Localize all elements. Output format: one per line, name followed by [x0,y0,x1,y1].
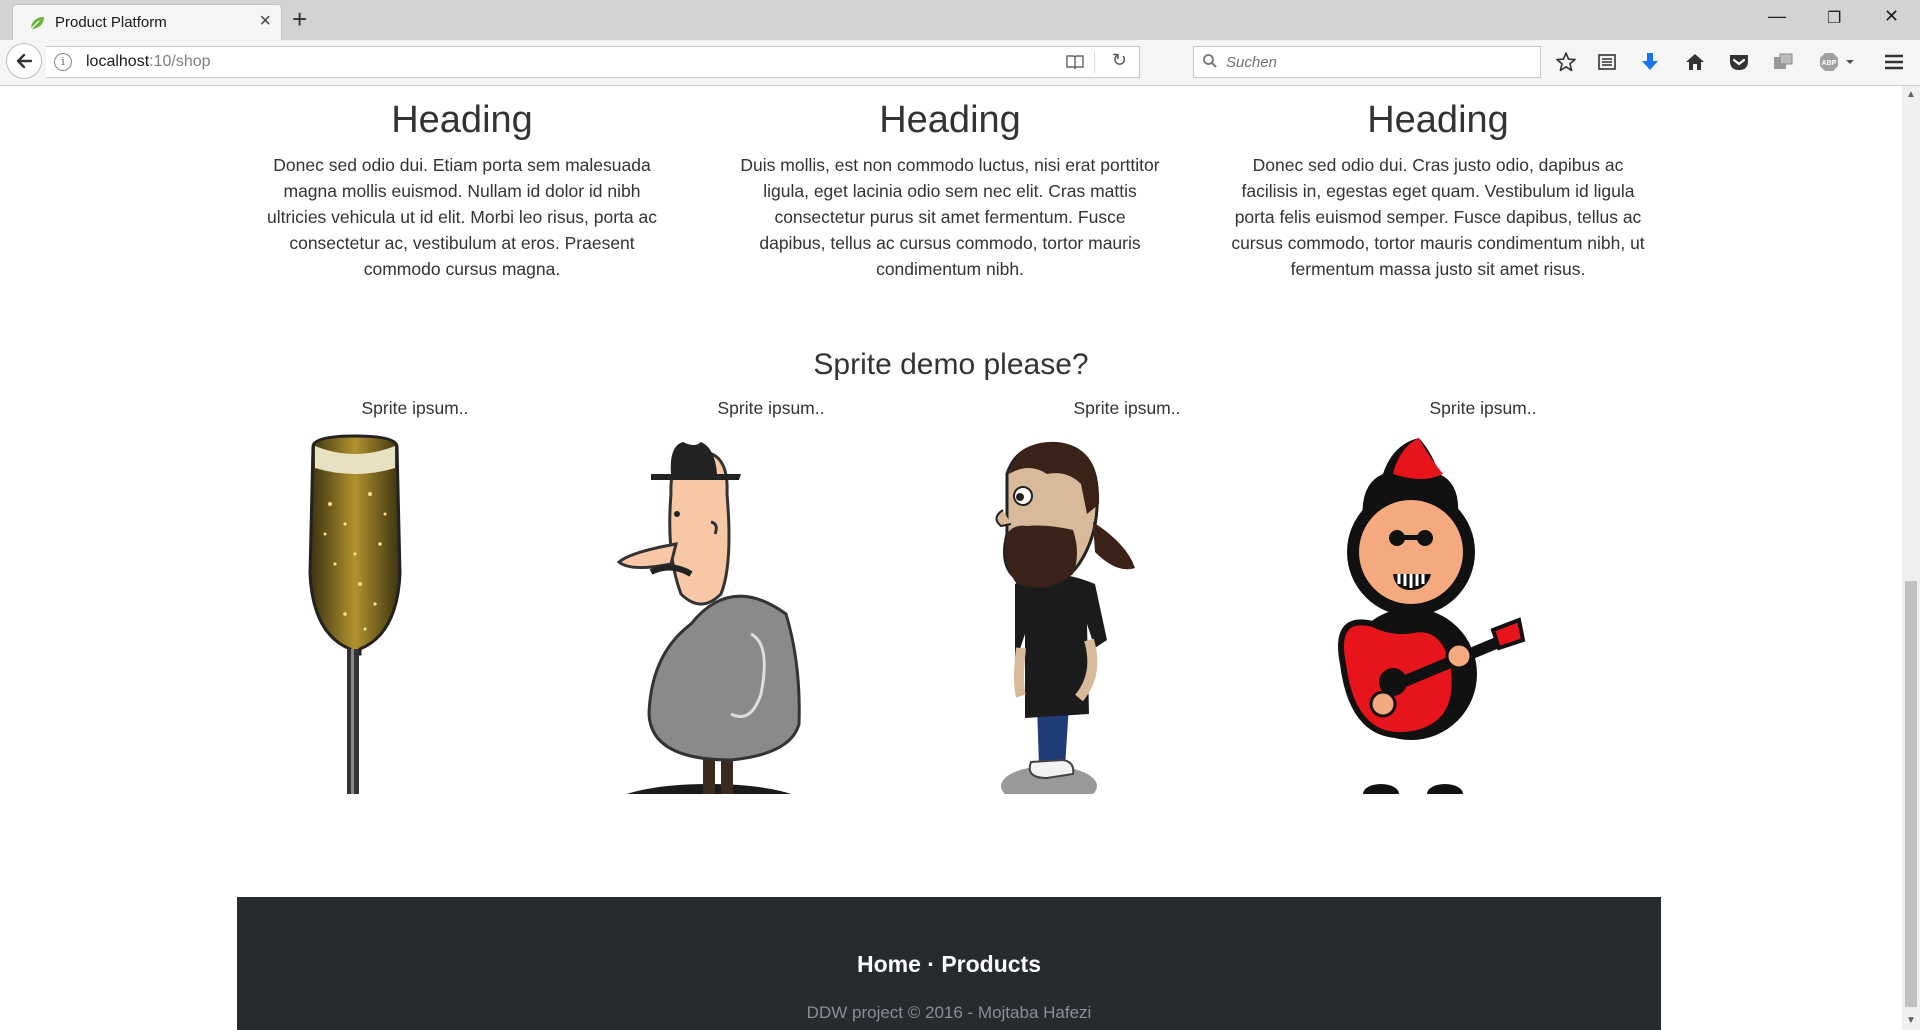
scroll-down-arrow-icon[interactable]: ▼ [1902,1012,1920,1030]
site-info-icon[interactable]: i [54,53,72,71]
restore-icon[interactable]: ❐ [1827,8,1841,28]
footer-separator: · [927,951,935,977]
bookmarks-list-icon[interactable] [1595,50,1619,74]
reload-icon[interactable]: ↻ [1112,50,1127,71]
sprite-caption: Sprite ipsum.. [1429,398,1537,418]
footer-links: Home · Products [237,951,1661,978]
footer-copyright: DDW project © 2016 - Mojtaba Hafezi [806,1003,1092,1022]
menu-hamburger-icon[interactable] [1882,50,1906,74]
svg-text:ABP: ABP [1822,60,1837,67]
tab-strip: Product Platform × + — ❐ ✕ [0,0,1920,40]
download-icon[interactable] [1638,50,1662,74]
column-heading: Heading [391,99,533,141]
tab-close-icon[interactable]: × [259,11,271,31]
page-viewport: Heading Donec sed odio dui. Etiam porta … [0,86,1902,1030]
column-text: Duis mollis, est non commodo luctus, nis… [740,155,1160,279]
man-with-hat-icon [616,442,801,794]
window-close-icon[interactable]: ✕ [1884,6,1899,27]
scrollbar-thumb[interactable] [1905,581,1917,1007]
feature-column-3: Heading Donec sed odio dui. Cras justo o… [1228,96,1648,282]
column-heading: Heading [1367,99,1509,141]
champagne-glass-icon [308,434,402,794]
leaf-favicon-icon [30,17,44,30]
sprite-item-1: Sprite ipsum.. [285,398,545,794]
bearded-man-icon [995,441,1135,794]
adblock-plus-icon[interactable]: ABP [1818,50,1858,74]
feature-column-1: Heading Donec sed odio dui. Etiam porta … [252,96,672,282]
sprite-caption: Sprite ipsum.. [717,398,825,418]
back-arrow-icon [16,53,33,69]
home-icon[interactable] [1683,50,1707,74]
search-placeholder: Suchen [1226,54,1277,71]
url-host: localhost [86,53,150,70]
sprite-section-title: Sprite demo please? [813,348,1089,381]
column-heading: Heading [879,99,1021,141]
footer-products-link[interactable]: Products [941,951,1041,977]
screenshot-extension-icon[interactable] [1771,50,1795,74]
url-path: :10/shop [149,53,211,70]
search-icon [1203,54,1217,68]
new-tab-icon[interactable]: + [292,5,307,33]
sprite-item-2: Sprite ipsum.. [616,398,901,794]
sprite-item-4: Sprite ipsum.. [1338,398,1613,794]
reader-view-icon[interactable] [1065,53,1085,71]
scroll-up-arrow-icon[interactable]: ▲ [1902,86,1920,104]
bookmark-star-icon[interactable] [1554,50,1578,74]
sprite-caption: Sprite ipsum.. [1073,398,1181,418]
sprite-item-3: Sprite ipsum.. [995,398,1257,794]
footer-home-link[interactable]: Home [857,951,921,977]
pocket-icon[interactable] [1727,50,1751,74]
url-bar[interactable]: i localhost:10/shop ↻ [46,46,1140,78]
url-text[interactable]: localhost:10/shop [86,53,211,71]
site-footer: Home · Products DDW project © 2016 - Moj… [237,897,1661,1030]
url-divider [1094,51,1095,73]
back-button[interactable] [6,43,42,79]
column-text: Donec sed odio dui. Cras justo odio, dap… [1231,155,1645,279]
vertical-scrollbar[interactable]: ▲ ▼ [1902,86,1920,1030]
sprite-caption: Sprite ipsum.. [361,398,469,418]
minimize-icon[interactable]: — [1768,6,1786,27]
punk-guitarist-icon [1338,438,1526,794]
navigation-toolbar: i localhost:10/shop ↻ Suchen ABP [0,40,1920,86]
browser-tab[interactable]: Product Platform × [12,4,282,40]
search-bar[interactable]: Suchen [1193,46,1541,78]
column-text: Donec sed odio dui. Etiam porta sem male… [266,155,658,279]
feature-column-2: Heading Duis mollis, est non commodo luc… [740,96,1160,282]
tab-title: Product Platform [55,14,167,31]
